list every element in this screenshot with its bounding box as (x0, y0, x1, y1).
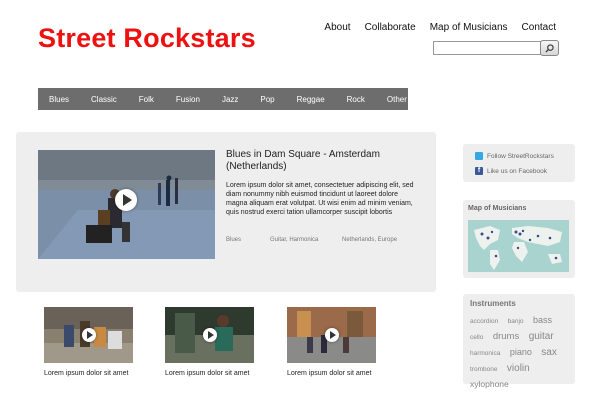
play-icon[interactable] (82, 328, 96, 342)
tag-harmonica[interactable]: harmonica (470, 347, 500, 360)
play-icon[interactable] (115, 189, 137, 211)
video-thumbnail[interactable] (287, 307, 376, 363)
nav-about[interactable]: About (324, 22, 350, 33)
genre-rock[interactable]: Rock (336, 95, 376, 104)
nav-map-of-musicians[interactable]: Map of Musicians (430, 22, 508, 33)
genre-pop[interactable]: Pop (249, 95, 285, 104)
tag-bass[interactable]: bass (533, 314, 552, 327)
search-button[interactable] (540, 40, 559, 56)
search-icon (545, 43, 554, 53)
featured-instruments[interactable]: Guitar, Harmonica (270, 237, 318, 243)
tag-guitar[interactable]: guitar (529, 330, 554, 343)
genre-reggae[interactable]: Reggae (286, 95, 336, 104)
site-logo[interactable]: Street Rockstars (38, 23, 256, 54)
play-icon[interactable] (203, 328, 217, 342)
genre-fusion[interactable]: Fusion (165, 95, 211, 104)
featured-title[interactable]: Blues in Dam Square - Amsterdam (Netherl… (226, 149, 416, 173)
genre-classic[interactable]: Classic (80, 95, 128, 104)
featured-video[interactable] (38, 150, 215, 259)
tag-sax[interactable]: sax (541, 346, 557, 359)
tag-drums[interactable]: drums (493, 330, 519, 343)
tag-banjo[interactable]: banjo (508, 315, 524, 328)
facebook-link[interactable]: f Like us on Facebook (475, 167, 547, 175)
tag-piano[interactable]: piano (510, 346, 532, 359)
twitter-link[interactable]: Follow StreetRockstars (475, 152, 554, 160)
thumbnail-caption[interactable]: Lorem ipsum dolor sit amet (44, 370, 128, 377)
genre-other[interactable]: Other (376, 95, 418, 104)
top-nav: About Collaborate Map of Musicians Conta… (324, 22, 556, 33)
search-input[interactable] (433, 41, 541, 55)
tag-violin[interactable]: violin (507, 362, 530, 375)
tag-cello[interactable]: cello (470, 331, 483, 344)
facebook-icon: f (475, 167, 483, 175)
featured-location[interactable]: Netherlands, Europe (342, 237, 397, 243)
genre-nav: Blues Classic Folk Fusion Jazz Pop Regga… (38, 88, 408, 110)
instruments-title: Instruments (470, 299, 516, 308)
nav-collaborate[interactable]: Collaborate (365, 22, 416, 33)
thumbnail-caption[interactable]: Lorem ipsum dolor sit amet (287, 370, 371, 377)
genre-folk[interactable]: Folk (128, 95, 165, 104)
play-icon[interactable] (325, 328, 339, 342)
world-map-image (468, 220, 569, 272)
video-thumbnail[interactable] (165, 307, 254, 363)
world-map[interactable] (468, 220, 569, 272)
instrument-tag-cloud: accordion banjo bass cello drums guitar … (470, 312, 572, 391)
nav-contact[interactable]: Contact (522, 22, 556, 33)
featured-description: Lorem ipsum dolor sit amet, consectetuer… (226, 182, 414, 216)
featured-genre[interactable]: Blues (226, 237, 241, 243)
tag-xylophone[interactable]: xylophone (470, 378, 509, 391)
tag-accordion[interactable]: accordion (470, 315, 498, 328)
genre-jazz[interactable]: Jazz (211, 95, 249, 104)
video-thumbnail[interactable] (44, 307, 133, 363)
social-box (463, 144, 575, 182)
thumbnail-caption[interactable]: Lorem ipsum dolor sit amet (165, 370, 249, 377)
genre-blues[interactable]: Blues (38, 95, 80, 104)
map-title[interactable]: Map of Musicians (468, 205, 526, 212)
twitter-icon (475, 152, 483, 160)
tag-trombone[interactable]: trombone (470, 363, 497, 376)
